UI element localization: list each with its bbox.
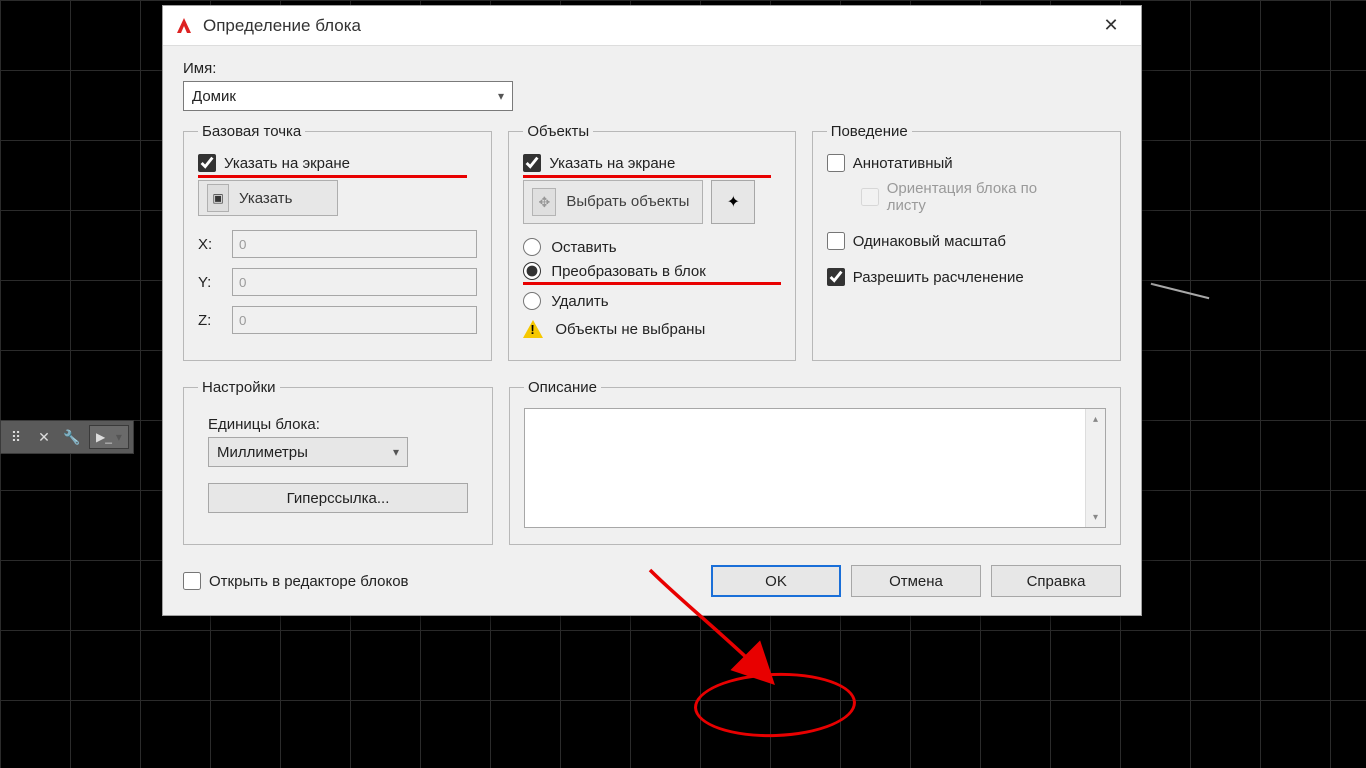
block-units-value: Миллиметры [217, 444, 308, 461]
hyperlink-button[interactable]: Гиперссылка... [208, 483, 468, 513]
dialog-title: Определение блока [203, 16, 361, 36]
dialog-close-button[interactable]: ✕ [1091, 6, 1131, 46]
retain-radio[interactable]: Оставить [523, 238, 780, 256]
settings-legend: Настройки [198, 379, 280, 396]
objects-legend: Объекты [523, 123, 593, 140]
ok-label: OK [765, 573, 787, 590]
convert-radio[interactable]: Преобразовать в блок [523, 262, 780, 280]
base-point-specify-input[interactable] [198, 154, 216, 172]
convert-label: Преобразовать в блок [551, 263, 706, 280]
chevron-down-icon [498, 89, 504, 103]
block-units-combo[interactable]: Миллиметры [208, 437, 408, 467]
open-in-editor-checkbox[interactable]: Открыть в редакторе блоков [183, 572, 409, 590]
convert-radio-input[interactable] [523, 262, 541, 280]
close-icon[interactable]: ✕ [33, 426, 55, 448]
chevron-down-icon [393, 445, 399, 459]
autocad-app-icon [173, 15, 195, 37]
description-legend: Описание [524, 379, 601, 396]
hyperlink-label: Гиперссылка... [287, 490, 390, 507]
allow-explode-label: Разрешить расчленение [853, 269, 1024, 286]
allow-explode-checkbox[interactable]: Разрешить расчленение [827, 268, 1106, 286]
z-label: Z: [198, 312, 220, 329]
cad-command-bar: ⠿ ✕ 🔧 ▶_ [0, 420, 134, 454]
uniform-scale-label: Одинаковый масштаб [853, 233, 1006, 250]
description-scrollbar[interactable]: ▴ ▾ [1085, 409, 1105, 527]
base-point-group: Базовая точка Указать на экране ▣ Указат… [183, 123, 492, 361]
command-prompt-button[interactable]: ▶_ [89, 425, 129, 449]
terminal-icon: ▶_ [96, 430, 112, 444]
delete-radio[interactable]: Удалить [523, 292, 780, 310]
open-in-editor-label: Открыть в редакторе блоков [209, 573, 409, 590]
annotative-label: Аннотативный [853, 155, 953, 172]
scroll-down-icon[interactable]: ▾ [1086, 507, 1105, 527]
uniform-scale-input[interactable] [827, 232, 845, 250]
chevron-down-icon [116, 430, 122, 444]
x-input [232, 230, 477, 258]
help-label: Справка [1027, 573, 1086, 590]
pick-point-label: Указать [239, 190, 293, 207]
help-button[interactable]: Справка [991, 565, 1121, 597]
base-point-specify-label: Указать на экране [224, 155, 350, 172]
match-orientation-label: Ориентация блока по листу [887, 180, 1077, 214]
retain-label: Оставить [551, 239, 616, 256]
scroll-up-icon[interactable]: ▴ [1086, 409, 1105, 429]
x-label: X: [198, 236, 220, 253]
block-name-combo[interactable]: Домик [183, 81, 513, 111]
no-objects-text: Объекты не выбраны [555, 321, 705, 338]
description-group: Описание ▴ ▾ [509, 379, 1121, 545]
objects-group: Объекты Указать на экране ✥ Выбрать объе… [508, 123, 795, 361]
settings-group: Настройки Единицы блока: Миллиметры Гипе… [183, 379, 493, 545]
base-point-specify-checkbox[interactable]: Указать на экране [198, 154, 477, 172]
delete-radio-input[interactable] [523, 292, 541, 310]
objects-specify-checkbox[interactable]: Указать на экране [523, 154, 780, 172]
quick-select-icon: ✦ [727, 192, 740, 212]
block-definition-dialog: Определение блока ✕ Имя: Домик Базовая т… [162, 5, 1142, 616]
uniform-scale-checkbox[interactable]: Одинаковый масштаб [827, 232, 1106, 250]
z-input [232, 306, 477, 334]
quick-select-button[interactable]: ✦ [711, 180, 755, 224]
cancel-label: Отмена [889, 573, 943, 590]
select-objects-button[interactable]: ✥ Выбрать объекты [523, 180, 703, 224]
select-objects-label: Выбрать объекты [566, 194, 689, 211]
base-point-legend: Базовая точка [198, 123, 305, 140]
behavior-legend: Поведение [827, 123, 912, 140]
pick-point-icon: ▣ [207, 184, 229, 212]
block-name-value: Домик [192, 88, 236, 105]
dialog-titlebar[interactable]: Определение блока ✕ [163, 6, 1141, 46]
objects-specify-label: Указать на экране [549, 155, 675, 172]
pick-point-button[interactable]: ▣ Указать [198, 180, 338, 216]
delete-label: Удалить [551, 293, 608, 310]
annotative-input[interactable] [827, 154, 845, 172]
units-label: Единицы блока: [208, 416, 478, 433]
cancel-button[interactable]: Отмена [851, 565, 981, 597]
ok-button[interactable]: OK [711, 565, 841, 597]
annotative-checkbox[interactable]: Аннотативный [827, 154, 1106, 172]
description-textarea[interactable] [524, 408, 1106, 528]
open-in-editor-input[interactable] [183, 572, 201, 590]
match-orientation-input [861, 188, 879, 206]
behavior-group: Поведение Аннотативный Ориентация блока … [812, 123, 1121, 361]
allow-explode-input[interactable] [827, 268, 845, 286]
grip-icon: ⠿ [5, 426, 27, 448]
y-input [232, 268, 477, 296]
name-label: Имя: [183, 60, 1121, 77]
match-orientation-checkbox: Ориентация блока по листу [861, 180, 1106, 214]
no-objects-warning: Объекты не выбраны [523, 320, 780, 338]
objects-specify-input[interactable] [523, 154, 541, 172]
warning-icon [523, 320, 543, 338]
y-label: Y: [198, 274, 220, 291]
wrench-icon[interactable]: 🔧 [61, 426, 83, 448]
select-objects-icon: ✥ [532, 188, 556, 216]
retain-radio-input[interactable] [523, 238, 541, 256]
